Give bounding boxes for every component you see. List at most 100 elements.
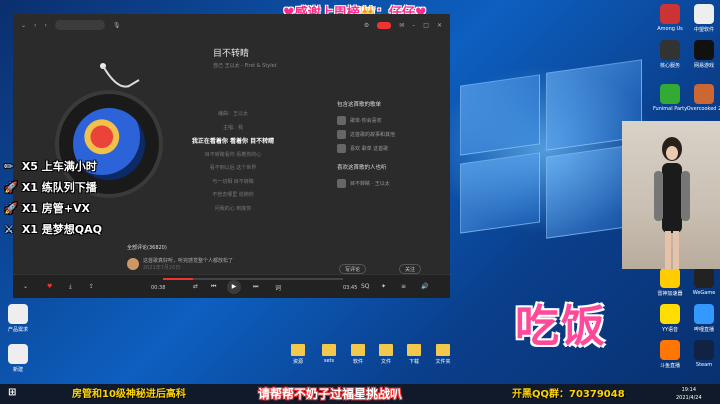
comments-section: 全部评论(36820) 这首歌真好听，听完感觉整个人都放松了 2021年7月20… bbox=[127, 244, 233, 271]
comment-item: 这首歌真好听，听完感觉整个人都放松了 2021年7月20日 bbox=[127, 257, 233, 271]
app-icon bbox=[694, 40, 714, 60]
desktop-icon[interactable]: Funimal Party bbox=[652, 84, 688, 112]
app-icon bbox=[8, 304, 28, 324]
desktop-icon-label: WeGame bbox=[692, 290, 716, 296]
app-icon bbox=[694, 340, 714, 360]
progress-bar[interactable] bbox=[163, 278, 343, 280]
folder-item[interactable]: 软件 bbox=[346, 344, 370, 365]
related-item[interactable]: 歌单·你会喜欢 bbox=[337, 113, 437, 127]
desktop-icon[interactable]: 新建 bbox=[0, 344, 36, 373]
avatar[interactable] bbox=[127, 258, 139, 270]
taskbar-left-text: 房管和10级神秘进后高科 bbox=[72, 389, 186, 400]
desktop-icon-label: YY语音 bbox=[661, 327, 679, 333]
previous-icon[interactable]: ⏮ bbox=[211, 283, 216, 291]
desktop-icon[interactable]: 中望软件 bbox=[686, 4, 720, 33]
start-logo-icon[interactable]: ⊞ bbox=[8, 387, 16, 398]
folder-label: 资源 bbox=[292, 359, 303, 365]
gift-row: ✏ X5 上车满小时 bbox=[4, 156, 102, 177]
gift-row: ⚔ X1 是梦想QAQ bbox=[4, 219, 102, 240]
gift-text: X1 是梦想QAQ bbox=[18, 223, 103, 236]
playlist-header: 包含这首歌的歌单 bbox=[337, 102, 382, 108]
system-clock: 19:14 2021/4/24 bbox=[676, 386, 702, 402]
play-icon[interactable]: ▶ bbox=[227, 280, 241, 294]
volume-icon[interactable]: 🔊 bbox=[421, 283, 428, 290]
folder-item[interactable]: sets bbox=[317, 344, 341, 364]
desktop-icon-label: Steam bbox=[695, 362, 713, 368]
lyric-line: 问我的心 到底你 bbox=[214, 205, 252, 212]
app-icon bbox=[694, 84, 714, 104]
gift-list: ✏ X5 上车满小时 🚀 X1 练队列下播 🚀 X1 房管+VX ⚔ X1 是梦想QA… bbox=[4, 156, 102, 240]
app-icon bbox=[8, 344, 28, 364]
overlay-caption: 吃饭 bbox=[515, 301, 607, 352]
thumbnail bbox=[337, 178, 346, 188]
related-item[interactable]: 喜欢 歌单 这首歌 bbox=[337, 141, 437, 155]
folder-item[interactable]: 资源 bbox=[286, 344, 310, 365]
desktop-icon[interactable]: Steam bbox=[686, 340, 720, 368]
desktop-icon[interactable]: WeGame bbox=[686, 268, 720, 296]
folder-item[interactable]: 文件夹 bbox=[431, 344, 455, 365]
desktop-icon[interactable]: Overcooked 2 bbox=[686, 84, 720, 112]
desktop-icon-label: Among Us bbox=[657, 26, 683, 32]
gear-icon[interactable]: ⚙ bbox=[364, 22, 369, 29]
folder-item[interactable]: 下载 bbox=[402, 344, 426, 365]
desktop-icon[interactable]: Among Us bbox=[652, 4, 688, 32]
folder-icon bbox=[351, 344, 365, 356]
follow-button[interactable]: 关注 bbox=[399, 264, 422, 274]
gift-icon: ✏ bbox=[4, 160, 14, 173]
related-item[interactable]: 目不转睛 · 王以太 bbox=[337, 176, 437, 190]
thumbnail bbox=[337, 115, 346, 125]
player-controls: ⌄ ♥ ⤓ ⇪ 00:38 ⇄ ⏮ ▶ ⏭ 词 03:45 SQ ✦ ≡ 🔊 bbox=[13, 274, 450, 298]
desktop-icon[interactable]: 斗鱼直播 bbox=[652, 340, 688, 369]
chevron-down-icon[interactable]: ⌄ bbox=[21, 22, 26, 29]
desktop-icon[interactable]: 网易游戏 bbox=[686, 40, 720, 69]
write-comment-button[interactable]: 写评论 bbox=[339, 264, 367, 274]
lyric-line: 与一切相 目不转睛 bbox=[212, 178, 254, 185]
shuffle-icon[interactable]: ⇄ bbox=[193, 283, 198, 290]
desktop-icon[interactable]: 哔哩直播 bbox=[686, 304, 720, 333]
search-input[interactable] bbox=[54, 20, 105, 30]
app-icon bbox=[660, 4, 680, 24]
lyric-line: 不管去哪里 追随你 bbox=[212, 192, 254, 198]
related-item-label: 歌单·你会喜欢 bbox=[350, 117, 382, 124]
minimize-icon[interactable]: – bbox=[412, 22, 415, 29]
desktop-icon-label: 核心服务 bbox=[659, 63, 680, 69]
vip-badge[interactable] bbox=[377, 21, 392, 29]
mic-icon[interactable]: 🎙 bbox=[113, 22, 121, 29]
taskbar-right-text: 开黑QQ群：70379048 bbox=[512, 389, 625, 400]
desktop-icon[interactable]: 产品需求 bbox=[0, 304, 36, 333]
folder-label: 文件 bbox=[380, 359, 391, 365]
app-icon bbox=[660, 304, 680, 324]
desktop-icon[interactable]: 雷神加速器 bbox=[652, 268, 688, 297]
streamer-silhouette bbox=[654, 137, 690, 269]
close-icon[interactable]: ✕ bbox=[437, 22, 442, 29]
share-icon[interactable]: ⇪ bbox=[89, 283, 94, 290]
forward-icon[interactable]: › bbox=[44, 22, 46, 29]
desktop-icon[interactable]: 核心服务 bbox=[652, 40, 688, 69]
playlist-icon[interactable]: ≡ bbox=[401, 283, 406, 290]
lyrics-icon[interactable]: 词 bbox=[275, 283, 281, 292]
maximize-icon[interactable]: □ bbox=[423, 22, 429, 29]
comment-text: 这首歌真好听，听完感觉整个人都放松了 bbox=[143, 258, 234, 264]
folder-icon bbox=[436, 344, 450, 356]
clock-time: 19:14 bbox=[681, 387, 697, 393]
effects-icon[interactable]: ✦ bbox=[381, 283, 386, 290]
folder-item[interactable]: 文件 bbox=[374, 344, 398, 365]
download-icon[interactable]: ⤓ bbox=[69, 283, 72, 291]
desktop-icon[interactable]: YY语音 bbox=[652, 304, 688, 333]
heart-icon[interactable]: ♥ bbox=[47, 283, 52, 290]
lyric-line: 看不到以后 这个世界 bbox=[209, 165, 257, 171]
back-icon[interactable]: ‹ bbox=[34, 22, 36, 29]
mail-icon[interactable]: ✉ bbox=[399, 22, 404, 29]
thumbnail bbox=[337, 129, 346, 139]
gift-row: 🚀 X1 房管+VX bbox=[4, 198, 102, 219]
desktop-icon-label: 哔哩直播 bbox=[693, 327, 714, 333]
next-icon[interactable]: ⏭ bbox=[253, 283, 258, 291]
folder-label: 软件 bbox=[352, 359, 363, 365]
sound-quality-icon[interactable]: SQ bbox=[361, 283, 370, 290]
gift-icon: 🚀 bbox=[4, 202, 18, 215]
app-icon bbox=[660, 84, 680, 104]
collapse-icon[interactable]: ⌄ bbox=[23, 283, 28, 290]
lyric-line: 我正在看着你 看着你 目不转睛 bbox=[191, 138, 275, 145]
desktop-icon-label: 中望软件 bbox=[693, 27, 714, 33]
related-item[interactable]: 这首歌的故事和其他 bbox=[337, 127, 437, 141]
